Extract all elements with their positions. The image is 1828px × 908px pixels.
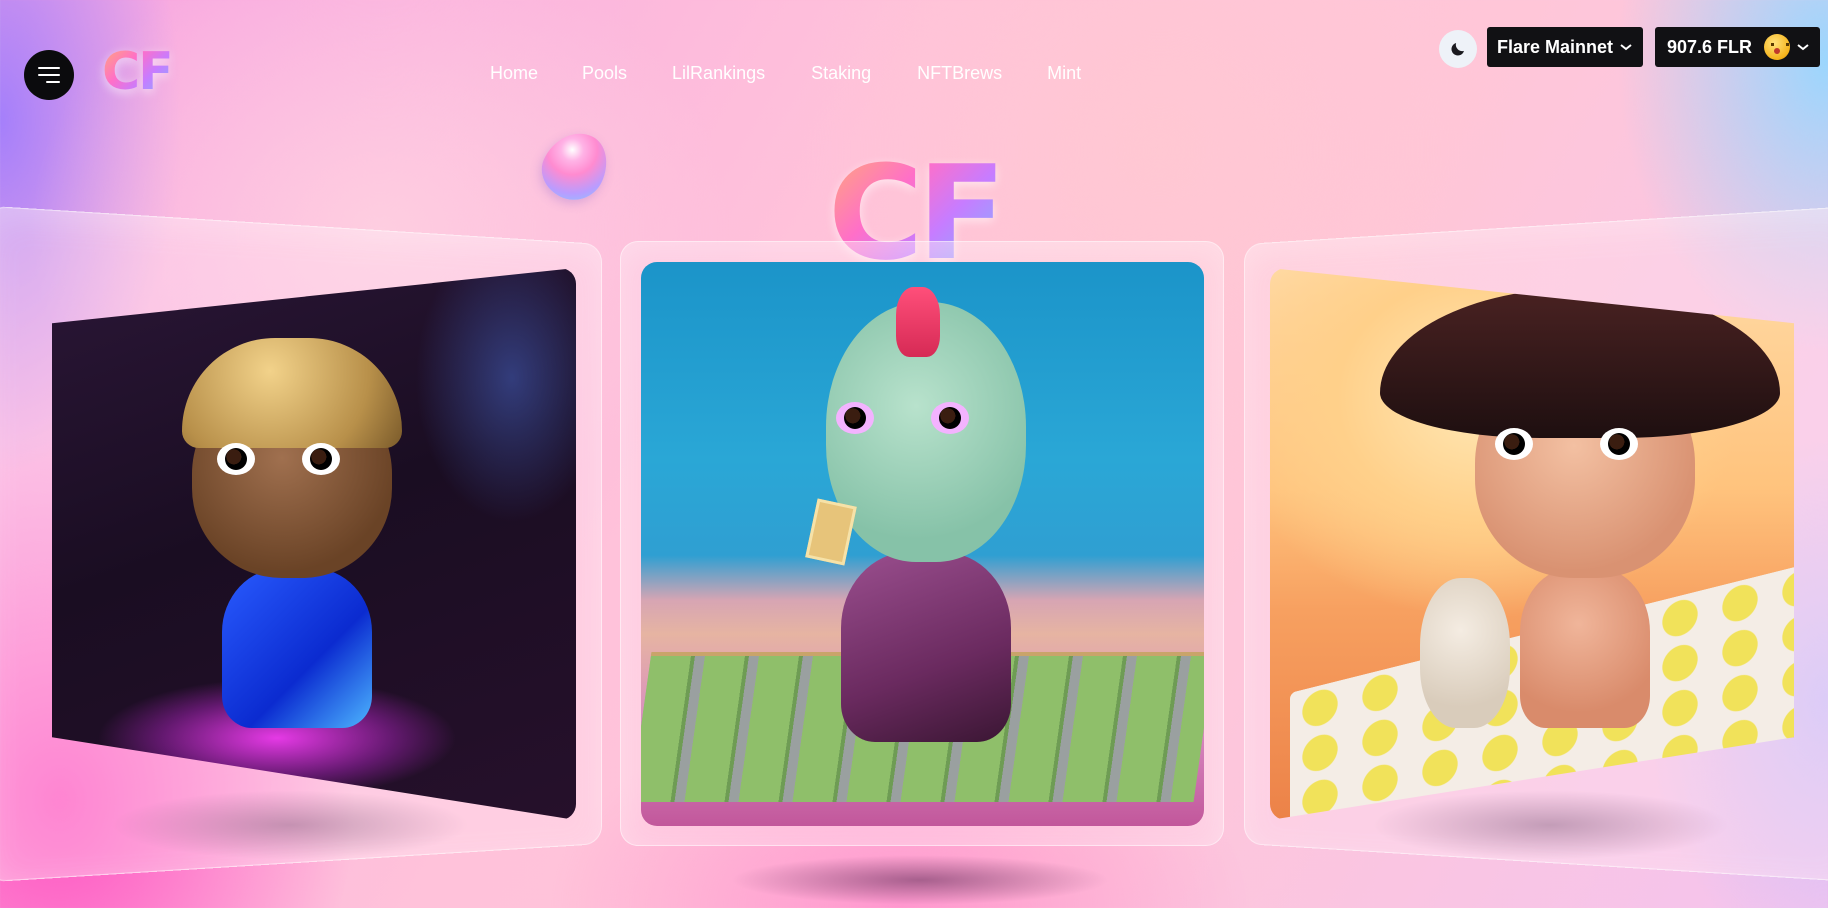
- floating-blob-decoration: [533, 122, 618, 210]
- character-eye-left: [217, 443, 255, 475]
- nav-mint[interactable]: Mint: [1047, 62, 1081, 84]
- balance-label: 907.6 FLR: [1667, 37, 1752, 58]
- menu-button[interactable]: [24, 50, 74, 100]
- character-eye-left: [836, 402, 874, 434]
- chevron-down-icon: [1619, 42, 1633, 52]
- nav-nftbrews[interactable]: NFTBrews: [917, 62, 1002, 84]
- character-body: [222, 568, 372, 728]
- emoji-avatar-icon: [1764, 34, 1790, 60]
- character-eye-left: [1495, 428, 1533, 460]
- network-label: Flare Mainnet: [1497, 37, 1613, 58]
- trading-card-icon: [805, 498, 857, 565]
- hamburger-menu-icon: [38, 67, 60, 69]
- plush-bunny-icon: [1420, 578, 1510, 728]
- mohawk-icon: [896, 287, 940, 357]
- character-eye-right: [931, 402, 969, 434]
- character-body: [841, 552, 1011, 742]
- character-body: [1520, 568, 1650, 728]
- network-select[interactable]: Flare Mainnet: [1487, 27, 1643, 67]
- chevron-down-icon: [1796, 42, 1810, 52]
- nav-staking[interactable]: Staking: [811, 62, 871, 84]
- card-shadow-center: [730, 855, 1110, 905]
- character-eye-right: [1600, 428, 1638, 460]
- nft-card-left-image[interactable]: [52, 268, 576, 820]
- nft-card-right-image[interactable]: [1270, 268, 1794, 820]
- nav-home[interactable]: Home: [490, 62, 538, 84]
- nav-pools[interactable]: Pools: [582, 62, 627, 84]
- wallet-balance-button[interactable]: 907.6 FLR: [1655, 27, 1820, 67]
- theme-toggle-button[interactable]: [1439, 30, 1477, 68]
- site-logo[interactable]: CF: [102, 40, 172, 104]
- nav-lilrankings[interactable]: LilRankings: [672, 62, 765, 84]
- nft-card-center-image[interactable]: [641, 262, 1204, 826]
- main-nav: Home Pools LilRankings Staking NFTBrews …: [490, 62, 1081, 84]
- moon-icon: [1449, 40, 1467, 58]
- character-eye-right: [302, 443, 340, 475]
- cap-icon: [182, 338, 402, 448]
